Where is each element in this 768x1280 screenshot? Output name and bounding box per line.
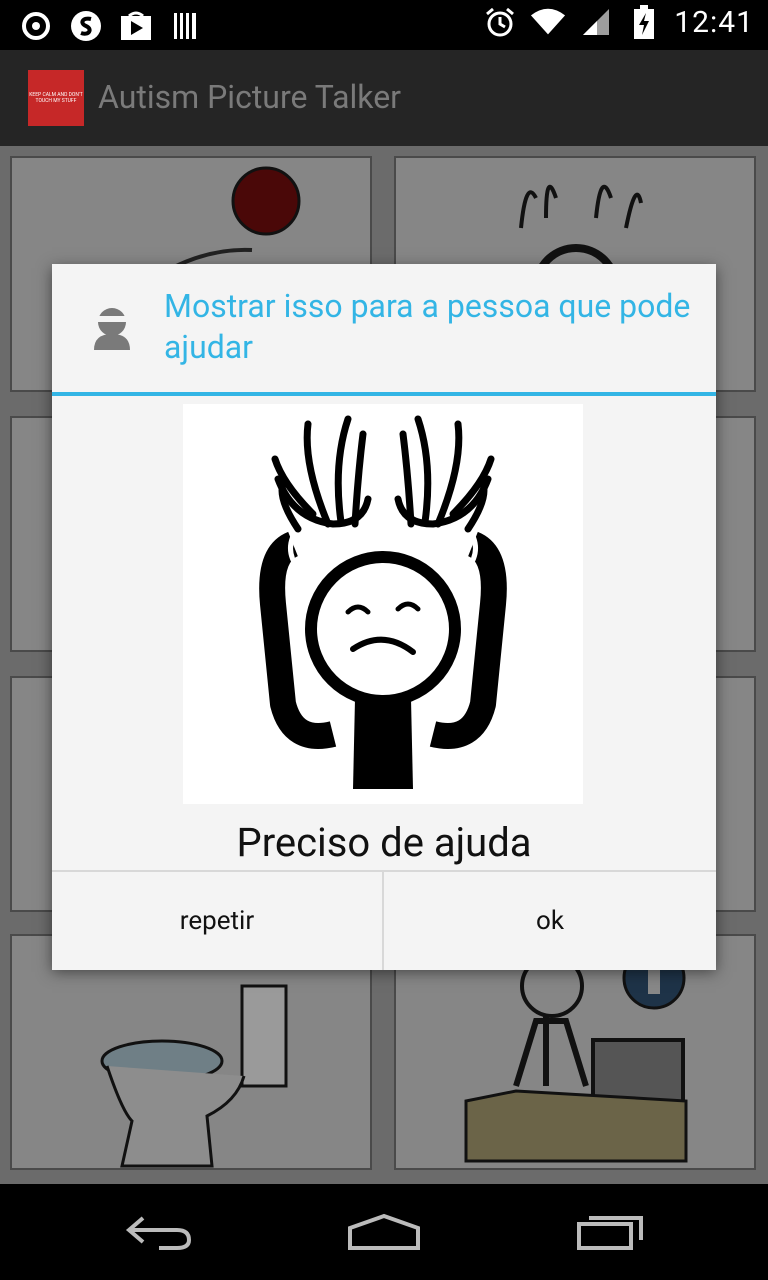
s-app-icon [68, 8, 104, 44]
app-logo-text: KEEP CALM AND DON'T TOUCH MY STUFF [29, 92, 83, 104]
dialog-button-bar: repetir ok [52, 870, 716, 970]
person-icon [92, 306, 132, 350]
battery-charging-icon [626, 4, 662, 40]
information-desk-picture [464, 946, 688, 1163]
action-bar: KEEP CALM AND DON'T TOUCH MY STUFF Autis… [0, 50, 768, 146]
status-bar: 12:41 [0, 0, 768, 50]
home-icon[interactable] [334, 1202, 434, 1262]
help-dialog: Mostrar isso para a pessoa que pode ajud… [52, 264, 716, 970]
dialog-divider [52, 392, 716, 396]
help-picture [183, 404, 583, 804]
app-title: Autism Picture Talker [98, 78, 401, 116]
recent-apps-icon[interactable] [560, 1202, 660, 1262]
barcode-icon [168, 8, 204, 44]
system-icons: 12:41 [482, 4, 754, 40]
repeat-button[interactable]: repetir [52, 872, 382, 970]
navigation-bar [0, 1184, 768, 1280]
dialog-header: Mostrar isso para a pessoa que pode ajud… [52, 264, 716, 392]
dialog-caption: Preciso de ajuda [236, 819, 532, 866]
alarm-icon [482, 4, 518, 40]
app-logo[interactable]: KEEP CALM AND DON'T TOUCH MY STUFF [28, 70, 84, 126]
clock: 12:41 [674, 4, 754, 40]
dialog-title: Mostrar isso para a pessoa que pode ajud… [164, 287, 691, 366]
notification-icons [18, 8, 204, 44]
sync-icon [18, 8, 54, 44]
wifi-icon [530, 4, 566, 40]
ok-button[interactable]: ok [384, 872, 716, 970]
toilet-picture [100, 984, 288, 1168]
signal-icon [578, 4, 614, 40]
back-icon[interactable] [110, 1202, 210, 1262]
play-store-icon [118, 8, 154, 44]
